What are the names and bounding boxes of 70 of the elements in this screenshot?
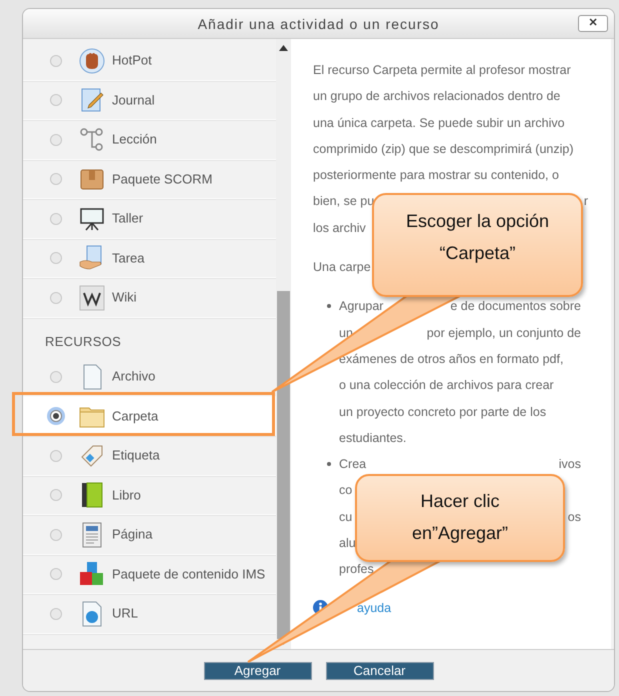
option-label: HotPot [112, 52, 152, 68]
fist-icon [79, 48, 105, 74]
option-label: Taller [112, 210, 144, 226]
description-text: cu [339, 508, 352, 526]
radio-button[interactable] [50, 252, 62, 264]
description-text: profes [339, 561, 374, 578]
radio-button[interactable] [50, 134, 62, 146]
radio-button[interactable] [50, 212, 62, 225]
description-text: por ejemplo, un conjunto de [426, 324, 581, 342]
option-label: Tarea [112, 250, 145, 266]
blocks-icon [79, 561, 105, 588]
radio-button[interactable] [50, 54, 62, 67]
description-text: ivos [558, 456, 581, 474]
option-label: URL [112, 606, 138, 621]
description-text: Crea [339, 456, 366, 474]
description-text: r [584, 193, 588, 210]
scrollbar-thumb[interactable] [277, 291, 290, 639]
easel-icon [79, 206, 105, 232]
radio-button[interactable] [50, 370, 62, 382]
description-text: posteriormente para mostrar su contenido, o [313, 167, 559, 184]
radio-button[interactable] [50, 608, 62, 620]
book-icon [79, 482, 105, 508]
flowchart-icon [79, 126, 105, 153]
description-text: un grupo de archivos relacionados dentro de [313, 88, 560, 106]
bullet-icon [327, 304, 331, 308]
dialog-button[interactable]: Cancelar [326, 662, 434, 680]
description-text: co [339, 482, 352, 500]
description-text: una única carpeta. Se puede subir un archivo [313, 114, 565, 132]
dialog-button[interactable]: Agregar [204, 662, 312, 680]
callout: Escoger la opción “Carpeta” [372, 193, 583, 297]
option-label: Paquete de contenido IMS [112, 566, 266, 582]
option-label: Wiki [112, 290, 137, 305]
description-text: Una carpe [313, 259, 371, 276]
radio-button[interactable] [50, 528, 62, 541]
radio-button[interactable] [50, 450, 62, 462]
description-text: o una colección de archivos para crear [339, 377, 554, 394]
window-title: Añadir una actividad o un recurso [198, 16, 440, 32]
description-text: estudiantes. [339, 430, 406, 447]
scroll-up-icon[interactable] [279, 45, 288, 51]
description-text: alu [339, 535, 356, 552]
description-text: El recurso Carpeta permite al profesor mostrar [313, 62, 571, 79]
description-text: los archiv [313, 220, 366, 237]
option-label: Libro [112, 487, 141, 502]
description-text: comprimido (zip) que se descomprimirá (unzip) [313, 140, 574, 158]
tag-icon [79, 442, 105, 469]
tile-icon [79, 284, 105, 311]
radio-button[interactable] [50, 173, 62, 186]
option-label: Página [112, 526, 152, 542]
description-text: os [568, 508, 581, 526]
option-label: Lección [112, 132, 157, 147]
option-label: Archivo [112, 368, 156, 384]
radio-button[interactable] [50, 568, 62, 580]
radio-button[interactable] [50, 292, 62, 304]
description-text: e de documentos sobre [450, 298, 581, 316]
radio-button[interactable] [50, 489, 62, 502]
bullet-icon [327, 462, 331, 466]
description-text: exámenes de otros años en formato pdf, [339, 350, 564, 368]
close-button[interactable]: ✕ [578, 15, 608, 32]
option-label: Paquete SCORM [112, 171, 212, 186]
callout: Hacer clic en”Agregar” [355, 474, 565, 562]
option-label: Carpeta [112, 408, 158, 424]
option-label: Etiqueta [112, 448, 160, 463]
radio-button[interactable] [50, 410, 62, 422]
document-pencil-icon [79, 87, 105, 114]
option-label: Journal [112, 92, 155, 108]
help-link[interactable]: ayuda [357, 594, 392, 621]
description-text: un proyecto concreto por parte de los [339, 404, 546, 421]
radio-button[interactable] [50, 94, 62, 106]
section-heading: RECURSOS [44, 332, 122, 351]
description-text: Agrupar [339, 298, 384, 316]
